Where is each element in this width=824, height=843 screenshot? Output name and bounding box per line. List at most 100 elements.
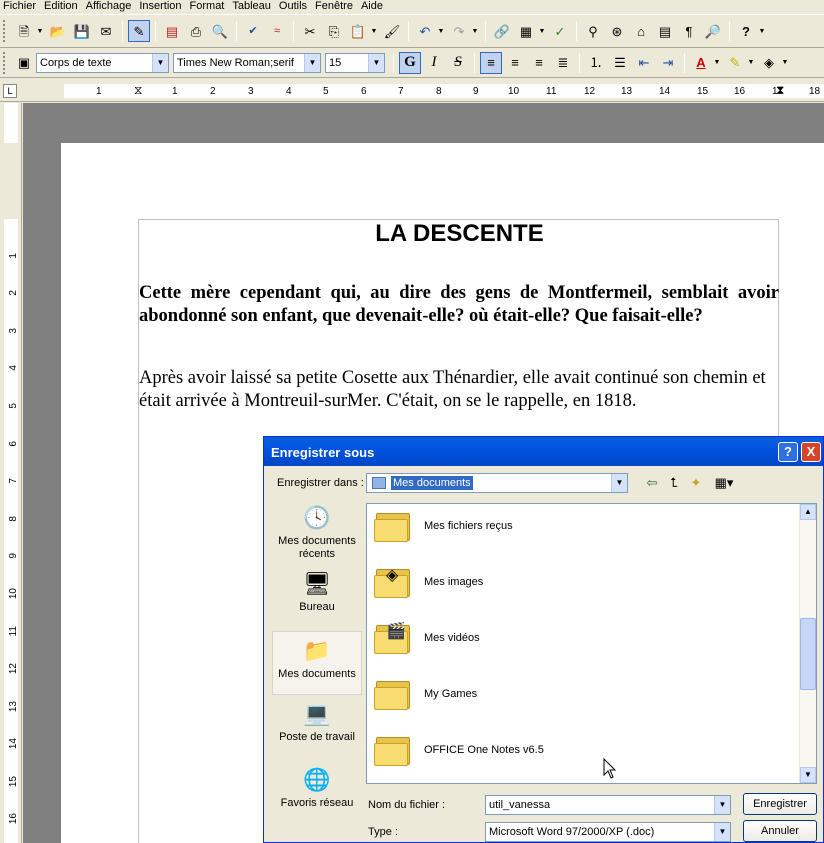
list-item[interactable]: OFFICE One Notes v6.5	[374, 728, 544, 772]
chevron-down-icon[interactable]: ▼	[714, 823, 730, 841]
document-paragraph[interactable]: Après avoir laissé sa petite Cosette aux…	[139, 367, 779, 413]
save-in-select[interactable]: Mes documents ▼	[366, 473, 628, 493]
paragraph-style-select[interactable]: Corps de texte ▼	[36, 52, 169, 73]
list-item[interactable]: Mes fichiers reçus	[374, 504, 513, 548]
dialog-close-button[interactable]: X	[801, 442, 821, 462]
scroll-up-icon[interactable]: ▲	[800, 504, 816, 520]
copy-icon[interactable]: ⎘	[323, 20, 345, 42]
new-folder-icon[interactable]: ✦	[686, 474, 706, 492]
place-desktop[interactable]: 🖥 Bureau	[272, 569, 362, 614]
save-button[interactable]: Enregistrer	[743, 793, 817, 815]
align-center-icon[interactable]: ≡	[504, 52, 526, 74]
up-folder-icon[interactable]: ⮤	[664, 474, 684, 492]
file-type-select[interactable]: Microsoft Word 97/2000/XP (.doc) ▼	[485, 822, 731, 842]
toolbar-grip[interactable]	[3, 51, 8, 74]
document-heading[interactable]: LA DESCENTE	[139, 220, 780, 248]
menu-affichage[interactable]: Affichage	[83, 1, 137, 12]
list-item[interactable]: My Games	[374, 672, 477, 716]
menu-insertion[interactable]: Insertion	[136, 1, 186, 12]
horizontal-ruler[interactable]: L 1 1 2 3 4 5 6 7 8 9 10 11 12 13 14 15 …	[0, 80, 824, 102]
gallery-icon[interactable]: ⌂	[630, 20, 652, 42]
menu-fenetre[interactable]: Fenêtre	[312, 1, 358, 12]
menu-tableau[interactable]: Tableau	[229, 1, 276, 12]
bullets-icon[interactable]: ☰	[609, 52, 631, 74]
numbering-icon[interactable]: ⒈	[585, 52, 607, 74]
italic-button[interactable]: I	[423, 52, 445, 74]
justify-icon[interactable]: ≣	[552, 52, 574, 74]
autospellcheck-icon[interactable]: ≈	[266, 20, 288, 42]
chevron-down-icon[interactable]: ▼	[368, 53, 384, 72]
cut-icon[interactable]: ✂	[299, 20, 321, 42]
cancel-button[interactable]: Annuler	[743, 820, 817, 842]
edit-mode-icon[interactable]: ✎	[128, 20, 150, 42]
save-disk-icon[interactable]: 💾	[71, 20, 93, 42]
menu-format[interactable]: Format	[187, 1, 230, 12]
highlight-icon[interactable]: ✎	[724, 52, 746, 74]
help-question-icon[interactable]: ?	[735, 20, 757, 42]
menu-fichier[interactable]: Fichier	[0, 1, 41, 12]
toolbar-grip[interactable]	[3, 20, 8, 42]
chevron-down-icon[interactable]: ▼	[304, 53, 320, 72]
file-list[interactable]: Mes fichiers reçus ◈ Mes images 🎬 Mes vi…	[366, 503, 817, 784]
place-my-documents[interactable]: 📁 Mes documents	[272, 631, 362, 695]
align-left-icon[interactable]: ≡	[480, 51, 502, 74]
scroll-thumb[interactable]	[800, 618, 816, 690]
tab-stop-type-icon[interactable]: L	[3, 84, 17, 98]
paste-dropdown-icon[interactable]: ▼	[370, 28, 378, 35]
background-dropdown-icon[interactable]: ▼	[781, 59, 789, 66]
spellcheck-icon[interactable]: ✔	[242, 20, 264, 42]
format-paintbrush-icon[interactable]: 🖌	[381, 20, 403, 42]
print-icon[interactable]: ⎙	[185, 20, 207, 42]
chevron-down-icon[interactable]: ▼	[611, 474, 627, 492]
font-color-icon[interactable]: A	[690, 52, 712, 74]
find-replace-binoculars-icon[interactable]: ⚲	[582, 20, 604, 42]
dialog-titlebar[interactable]: Enregistrer sous ? X	[264, 437, 823, 466]
chevron-down-icon[interactable]: ▼	[152, 53, 168, 72]
scroll-down-icon[interactable]: ▼	[800, 767, 816, 783]
new-document-icon[interactable]: 🗎	[13, 20, 35, 42]
list-item[interactable]: 🎬 Mes vidéos	[374, 616, 480, 660]
menu-edition[interactable]: Edition	[41, 1, 83, 12]
view-menu-icon[interactable]: ▦▾	[710, 474, 738, 492]
zoom-icon[interactable]: 🔎	[702, 20, 724, 42]
place-recent-documents[interactable]: 🕓 Mes documents récents	[272, 503, 362, 561]
show-draw-functions-icon[interactable]: ✓	[549, 20, 571, 42]
decrease-indent-icon[interactable]: ⇤	[633, 52, 655, 74]
table-icon[interactable]: ▦	[515, 20, 537, 42]
document-paragraph-bold[interactable]: Cette mère cependant qui, au dire des ge…	[139, 282, 779, 328]
right-indent-marker-icon[interactable]: ⧗	[776, 84, 784, 96]
list-item[interactable]: ◈ Mes images	[374, 560, 483, 604]
filename-input[interactable]: util_vanessa ▼	[485, 795, 731, 815]
paste-icon[interactable]: 📋	[347, 20, 369, 42]
place-my-computer[interactable]: 💻 Poste de travail	[272, 699, 362, 744]
file-list-scrollbar[interactable]: ▲ ▼	[799, 504, 816, 783]
navigator-icon[interactable]: ⊛	[606, 20, 628, 42]
hyperlink-icon[interactable]: 🔗	[491, 20, 513, 42]
undo-dropdown-icon[interactable]: ▼	[437, 28, 445, 35]
increase-indent-icon[interactable]: ⇥	[657, 52, 679, 74]
font-size-select[interactable]: 15 ▼	[325, 52, 385, 73]
align-right-icon[interactable]: ≡	[528, 52, 550, 74]
menu-aide[interactable]: Aide	[358, 1, 388, 12]
export-pdf-icon[interactable]: ▤	[161, 20, 183, 42]
print-preview-icon[interactable]: 🔍	[209, 20, 231, 42]
table-dropdown-icon[interactable]: ▼	[538, 28, 546, 35]
redo-icon[interactable]: ↷	[448, 20, 470, 42]
new-dropdown-icon[interactable]: ▼	[36, 28, 44, 35]
font-name-select[interactable]: Times New Roman;serif ▼	[173, 52, 321, 73]
dialog-help-button[interactable]: ?	[778, 442, 798, 462]
vertical-ruler[interactable]: 1 2 3 4 5 6 7 8 9 10 11 12 13 14 15 16	[0, 103, 22, 843]
open-folder-icon[interactable]: 📂	[47, 20, 69, 42]
strikethrough-button[interactable]: S	[447, 52, 469, 74]
chevron-down-icon[interactable]: ▼	[714, 796, 730, 814]
email-icon[interactable]: ✉	[95, 20, 117, 42]
left-indent-marker-icon[interactable]: ⧖	[134, 84, 142, 96]
styles-formatting-icon[interactable]: ▣	[13, 52, 35, 74]
undo-icon[interactable]: ↶	[414, 20, 436, 42]
place-network[interactable]: 🌐 Favoris réseau	[272, 765, 362, 810]
formatting-marks-icon[interactable]: ¶	[678, 20, 700, 42]
background-color-icon[interactable]: ◈	[758, 52, 780, 74]
redo-dropdown-icon[interactable]: ▼	[471, 28, 479, 35]
highlight-dropdown-icon[interactable]: ▼	[747, 59, 755, 66]
data-sources-icon[interactable]: ▤	[654, 20, 676, 42]
